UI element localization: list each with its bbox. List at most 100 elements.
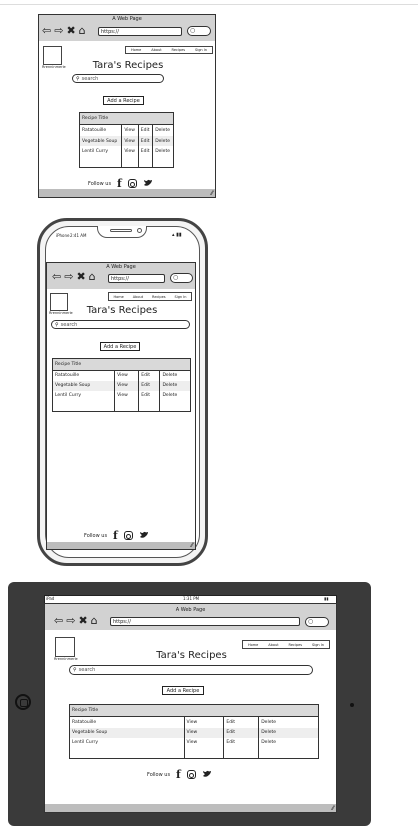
table-row: Lentil Curry View Edit Delete	[80, 146, 174, 157]
page-title: Tara's Recipes	[92, 60, 164, 71]
twitter-icon[interactable]	[143, 179, 153, 188]
forward-arrow-icon[interactable]: ⇨	[54, 25, 63, 36]
search-icon: ○	[173, 274, 179, 281]
edit-link[interactable]: Edit	[137, 135, 153, 147]
close-icon[interactable]: ✖	[66, 25, 75, 36]
delete-link[interactable]: Delete	[152, 135, 174, 147]
table-row: Ratatouille View Edit Delete	[80, 124, 174, 136]
close-icon[interactable]: ✖	[76, 271, 85, 282]
view-link[interactable]: View	[183, 716, 224, 728]
delete-link[interactable]: Delete	[152, 146, 174, 157]
instagram-icon[interactable]	[123, 531, 133, 540]
recipe-title: Vegetable Soup	[79, 135, 122, 147]
resize-handle-icon[interactable]: ⁄⁄	[191, 542, 193, 549]
search-icon: ⚲	[55, 321, 59, 328]
phone-carrier: iPhone	[56, 233, 70, 238]
status-bar: ⁄⁄	[45, 804, 336, 812]
home-icon[interactable]: ⌂	[89, 271, 96, 282]
delete-link[interactable]: Delete	[159, 370, 191, 382]
view-link[interactable]: View	[114, 390, 139, 401]
view-link[interactable]: View	[114, 370, 139, 382]
table-header: Recipe Title	[52, 358, 191, 371]
menu-item-home[interactable]: Home	[113, 295, 123, 299]
edit-link[interactable]: Edit	[223, 716, 259, 728]
browser-search-field[interactable]: ○	[187, 26, 211, 36]
battery-icon: ▴ ▮▮	[172, 232, 182, 238]
search-icon: ○	[190, 27, 196, 34]
menu-item-home[interactable]: Home	[248, 643, 258, 647]
tablet-status-time: 1:31 PM	[183, 596, 200, 601]
page-title: Tara's Recipes	[156, 650, 227, 661]
edit-link[interactable]: Edit	[223, 727, 259, 738]
menu-item-recipes[interactable]: Recipes	[152, 295, 166, 299]
view-link[interactable]: View	[114, 381, 139, 391]
browser-search-field[interactable]: ○	[170, 273, 193, 283]
recipe-title: Vegetable Soup	[52, 381, 115, 391]
search-input[interactable]: ⚲ search	[51, 320, 190, 329]
resize-handle-icon[interactable]: ⁄⁄	[332, 805, 334, 812]
menu-item-recipes[interactable]: Recipes	[172, 48, 186, 52]
instagram-icon[interactable]	[186, 770, 196, 779]
recipe-title: Vegetable Soup	[69, 727, 185, 738]
camera-icon	[137, 228, 142, 233]
edit-link[interactable]: Edit	[137, 124, 153, 136]
back-arrow-icon[interactable]: ⇦	[52, 271, 61, 282]
back-arrow-icon[interactable]: ⇦	[42, 25, 51, 36]
view-link[interactable]: View	[183, 737, 224, 748]
tablet-home-button-icon[interactable]	[15, 694, 31, 710]
edit-link[interactable]: Edit	[138, 370, 160, 382]
recipe-title: Ratatouille	[55, 373, 80, 379]
forward-arrow-icon[interactable]: ⇨	[66, 615, 75, 626]
home-icon[interactable]: ⌂	[91, 615, 98, 626]
window-title: A Web Page	[175, 607, 206, 613]
top-menu: Home About Recipes Sign In	[242, 640, 330, 649]
view-link[interactable]: View	[183, 727, 224, 738]
follow-label: Follow us	[147, 771, 171, 778]
facebook-icon[interactable]: f	[113, 529, 118, 542]
back-arrow-icon[interactable]: ⇦	[54, 615, 63, 626]
edit-link[interactable]: Edit	[138, 381, 160, 391]
add-recipe-button[interactable]: Add a Recipe	[100, 342, 140, 351]
table-row: Lentil Curry View Edit Delete	[53, 390, 191, 401]
url-field[interactable]: https://	[108, 274, 165, 283]
menu-item-recipes[interactable]: Recipes	[289, 643, 303, 647]
menu-item-sign-in[interactable]: Sign In	[195, 48, 207, 52]
delete-link[interactable]: Delete	[159, 381, 191, 391]
add-recipe-button[interactable]: Add a Recipe	[103, 96, 144, 105]
edit-link[interactable]: Edit	[138, 390, 160, 401]
edit-link[interactable]: Edit	[137, 146, 153, 157]
phone-time: 2:41 AM	[70, 233, 87, 238]
menu-item-about[interactable]: About	[151, 48, 161, 52]
menu-item-about[interactable]: About	[268, 643, 278, 647]
delete-link[interactable]: Delete	[258, 737, 319, 748]
delete-link[interactable]: Delete	[152, 124, 174, 136]
url-field[interactable]: https://	[110, 617, 300, 626]
view-link[interactable]: View	[121, 124, 139, 136]
edit-link[interactable]: Edit	[223, 737, 259, 748]
delete-link[interactable]: Delete	[258, 716, 319, 728]
delete-link[interactable]: Delete	[159, 390, 191, 401]
resize-handle-icon[interactable]: ⁄⁄	[211, 190, 213, 197]
twitter-icon[interactable]	[139, 531, 149, 540]
menu-item-about[interactable]: About	[133, 295, 143, 299]
browser-search-field[interactable]: ○	[305, 617, 329, 627]
menu-item-home[interactable]: Home	[131, 48, 141, 52]
url-field[interactable]: https://	[98, 27, 182, 36]
view-link[interactable]: View	[121, 146, 139, 157]
facebook-icon[interactable]: f	[176, 768, 181, 781]
search-input[interactable]: ⚲ search	[69, 665, 313, 675]
table-row-empty	[70, 747, 319, 759]
add-recipe-button[interactable]: Add a Recipe	[162, 686, 204, 695]
search-placeholder: search	[60, 321, 78, 328]
instagram-icon[interactable]	[127, 179, 137, 188]
home-icon[interactable]: ⌂	[79, 25, 86, 36]
menu-item-sign-in[interactable]: Sign In	[175, 295, 187, 299]
top-divider	[0, 4, 418, 5]
forward-arrow-icon[interactable]: ⇨	[64, 271, 73, 282]
close-icon[interactable]: ✖	[78, 615, 87, 626]
view-link[interactable]: View	[121, 135, 139, 147]
delete-link[interactable]: Delete	[258, 727, 319, 738]
search-input[interactable]: ⚲ search	[72, 74, 164, 83]
menu-item-sign-in[interactable]: Sign In	[312, 643, 324, 647]
twitter-icon[interactable]	[202, 770, 212, 779]
